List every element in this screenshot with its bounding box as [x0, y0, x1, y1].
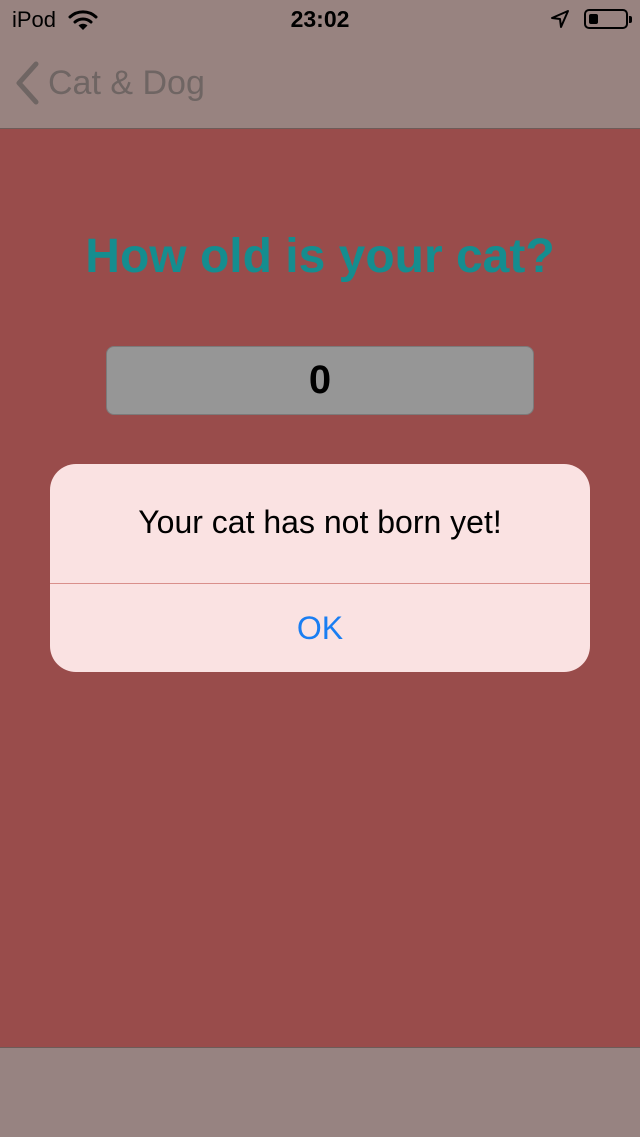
back-button[interactable]: Cat & Dog — [14, 60, 205, 106]
battery-fill — [589, 14, 598, 24]
location-arrow-icon — [551, 10, 569, 28]
battery-tip — [629, 16, 632, 23]
alert-message: Your cat has not born yet! — [138, 504, 502, 540]
status-right — [550, 9, 632, 29]
ok-button[interactable]: OK — [50, 584, 590, 672]
alert-dialog: Your cat has not born yet! OK — [50, 464, 590, 672]
age-input[interactable]: 0 — [106, 346, 534, 415]
question-title: How old is your cat? — [85, 230, 555, 283]
status-time: 23:02 — [290, 6, 350, 32]
status-bar: iPod 23:02 — [0, 0, 640, 40]
battery-icon — [584, 9, 632, 29]
chevron-left-icon — [16, 61, 39, 105]
back-label: Cat & Dog — [48, 63, 205, 102]
bottom-bar — [0, 1047, 640, 1137]
navigation-bar: Cat & Dog — [0, 40, 640, 129]
